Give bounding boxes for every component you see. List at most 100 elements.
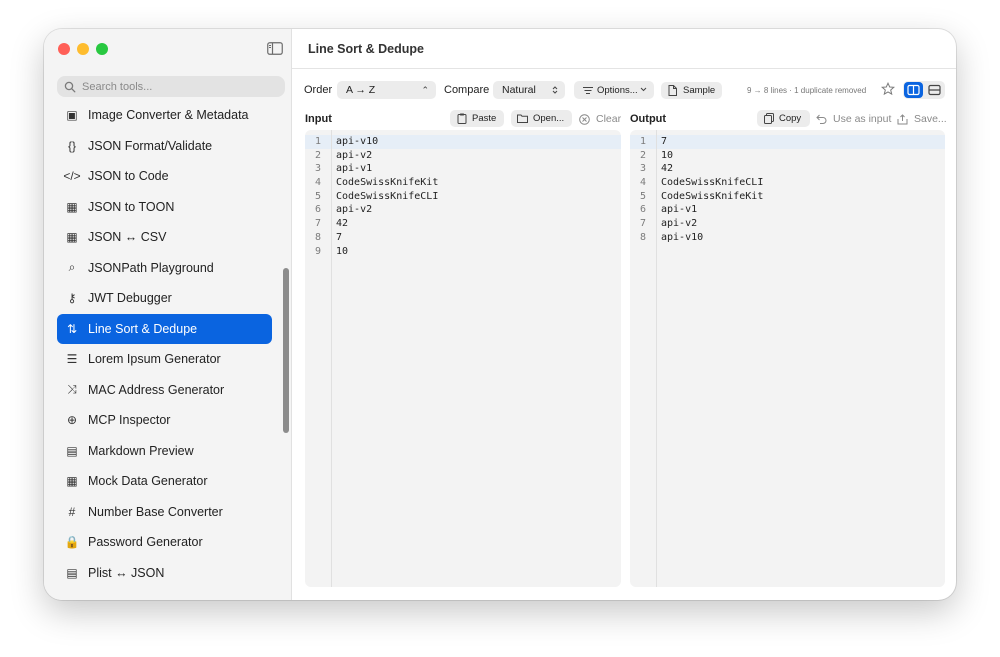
lock-icon: 🔒 <box>64 535 80 550</box>
line-number: 3 <box>639 163 646 175</box>
line-text: api-v1 <box>661 204 698 216</box>
order-label: Order <box>304 84 333 96</box>
sidebar-item-number-base-converter[interactable]: # Number Base Converter <box>57 497 272 528</box>
split-horizontal-layout-button[interactable] <box>904 82 923 98</box>
clear-label: Clear <box>596 113 622 125</box>
clipboard-icon <box>456 113 467 124</box>
code-line: 2 api-v2 <box>305 150 621 164</box>
sidebar-item-mock-data-generator[interactable]: ▦ Mock Data Generator <box>57 466 272 497</box>
sample-button[interactable]: Sample <box>661 82 722 99</box>
line-number: 7 <box>314 218 321 230</box>
paste-button[interactable]: Paste <box>450 110 504 127</box>
line-number: 9 <box>314 245 321 257</box>
close-window-button[interactable] <box>58 43 70 55</box>
list-window-icon: ▤ <box>66 565 78 580</box>
line-number: 5 <box>314 190 321 202</box>
sidebar-scrollbar-thumb[interactable] <box>283 268 289 433</box>
use-as-input-button[interactable]: Use as input <box>816 113 891 125</box>
zoom-window-button[interactable] <box>96 43 108 55</box>
line-text: api-v10 <box>336 136 379 147</box>
favorite-star-icon[interactable] <box>881 82 895 96</box>
compare-select-value: Natural <box>502 84 536 96</box>
table-icon: ▦ <box>66 199 78 214</box>
open-file-button[interactable]: Open... <box>511 110 572 127</box>
options-lines-icon <box>583 86 593 94</box>
sidebar-item-jsonpath-playground[interactable]: ⌕ JSONPath Playground <box>57 253 272 284</box>
sidebar-item-lorem-ipsum-generator[interactable]: ☰ Lorem Ipsum Generator <box>57 344 272 375</box>
sidebar-item-label: MCP Inspector <box>88 413 171 428</box>
line-text: api-v10 <box>661 231 704 243</box>
sidebar-item-jwt-debugger[interactable]: ⚷ JWT Debugger <box>57 283 272 314</box>
code-line: 7 api-v2 <box>630 218 945 232</box>
line-text: 42 <box>661 163 674 175</box>
line-text: 10 <box>661 149 674 161</box>
line-text: api-v2 <box>336 149 373 161</box>
sidebar-item-mcp-inspector[interactable]: ⊕ MCP Inspector <box>57 405 272 436</box>
sidebar-item-plist-json[interactable]: ▤ Plist ↔ JSON <box>57 558 272 589</box>
paste-label: Paste <box>472 113 497 124</box>
line-text: CodeSwissKnifeKit <box>661 190 764 202</box>
line-number: 4 <box>314 177 321 189</box>
copy-icon <box>763 113 774 124</box>
sidebar-item-label: JSONPath Playground <box>88 260 214 275</box>
output-editor[interactable]: 1 7 2 10 3 42 4 CodeSwissKnifeCLI 5 CodeSwissKnif… <box>630 130 945 587</box>
code-line: 87 <box>305 232 621 246</box>
code-line: 5 CodeSwissKnifeKit <box>630 191 945 205</box>
save-button[interactable]: Save... <box>897 113 947 125</box>
sidebar-item-label: JWT Debugger <box>88 291 172 306</box>
layout-toggle[interactable] <box>903 81 945 99</box>
code-line: 5 CodeSwissKnifeCLI <box>305 191 621 205</box>
input-lines: 1 api-v10 2 api-v2 3 api-v1 4 CodeSwissKnifeKit… <box>305 136 621 259</box>
shuffle-icon: ⤨ <box>67 382 77 397</box>
split-rows-icon <box>928 84 941 96</box>
split-vertical-layout-button[interactable] <box>925 82 944 98</box>
sidebar-item-line-sort-dedupe[interactable]: ⇅ Line Sort & Dedupe <box>57 313 272 344</box>
compare-select[interactable]: Natural <box>493 81 565 99</box>
table-icon: ▦ <box>66 474 78 489</box>
sidebar-item-json-csv[interactable]: ▦ JSON ↔ CSV <box>57 222 272 253</box>
order-select-value: A → Z <box>346 84 376 96</box>
sidebar-item-label: MAC Address Generator <box>88 382 225 397</box>
image-icon: ▣ <box>66 108 78 123</box>
options-menu-button[interactable]: Options... <box>574 81 654 99</box>
sidebar-toggle-icon[interactable] <box>267 42 283 55</box>
sidebar-item-json-to-toon[interactable]: ▦ JSON to TOON <box>57 192 272 223</box>
toolbar: Order A → Z ⌃ Compare Natural Options... <box>292 80 956 100</box>
sidebar-item-json-format-validate[interactable]: {} JSON Format/Validate <box>57 131 272 162</box>
search-input[interactable] <box>82 80 272 93</box>
clear-button[interactable]: Clear <box>579 113 621 125</box>
sort-arrows-icon: ⇅ <box>66 321 78 336</box>
code-line: 8 api-v10 <box>630 232 945 246</box>
code-line: 7 42 <box>305 218 621 232</box>
sidebar-item-markdown-preview[interactable]: ▤ Markdown Preview <box>57 436 272 467</box>
code-line: 9 10 <box>305 246 621 260</box>
save-share-icon <box>897 113 908 125</box>
clear-x-circle-icon <box>579 113 590 125</box>
sidebar-item-json-to-code[interactable]: </> JSON to Code <box>57 161 272 192</box>
line-text: CodeSwissKnifeKit <box>336 177 439 189</box>
minimize-window-button[interactable] <box>77 43 89 55</box>
sidebar-item-password-generator[interactable]: 🔒 Password Generator <box>57 527 272 558</box>
sidebar-item-image-converter-metadata[interactable]: ▣ Image Converter & Metadata <box>57 100 272 131</box>
code-line: 17 <box>630 136 945 150</box>
input-pane-title: Input <box>305 113 332 125</box>
line-text: 7 <box>336 231 343 243</box>
key-icon: ⚷ <box>67 291 77 306</box>
line-number: 8 <box>639 231 646 243</box>
copy-button[interactable]: Copy <box>757 110 810 127</box>
sidebar-item-label: JSON Format/Validate <box>88 138 213 153</box>
line-number: 8 <box>314 231 321 243</box>
line-text: api-v2 <box>336 204 373 216</box>
order-select[interactable]: A → Z ⌃ <box>337 81 436 99</box>
sidebar-item-label: JSON ↔ CSV <box>88 230 167 245</box>
code-line: 2 10 <box>630 150 945 164</box>
search-icon <box>64 81 76 92</box>
sidebar-item-label: Image Converter & Metadata <box>88 108 249 123</box>
magnifier-icon: ⌕ <box>68 260 76 275</box>
input-editor[interactable]: 1 api-v10 2 api-v2 3 api-v1 4 CodeSwissKnifeKit… <box>305 130 621 587</box>
line-text: api-v1 <box>336 163 373 175</box>
chevron-down-icon <box>640 87 647 92</box>
search-field[interactable] <box>57 76 285 97</box>
sidebar-item-label: JSON to Code <box>88 169 169 184</box>
sidebar-item-mac-address-generator[interactable]: ⤨ MAC Address Generator <box>57 375 272 406</box>
